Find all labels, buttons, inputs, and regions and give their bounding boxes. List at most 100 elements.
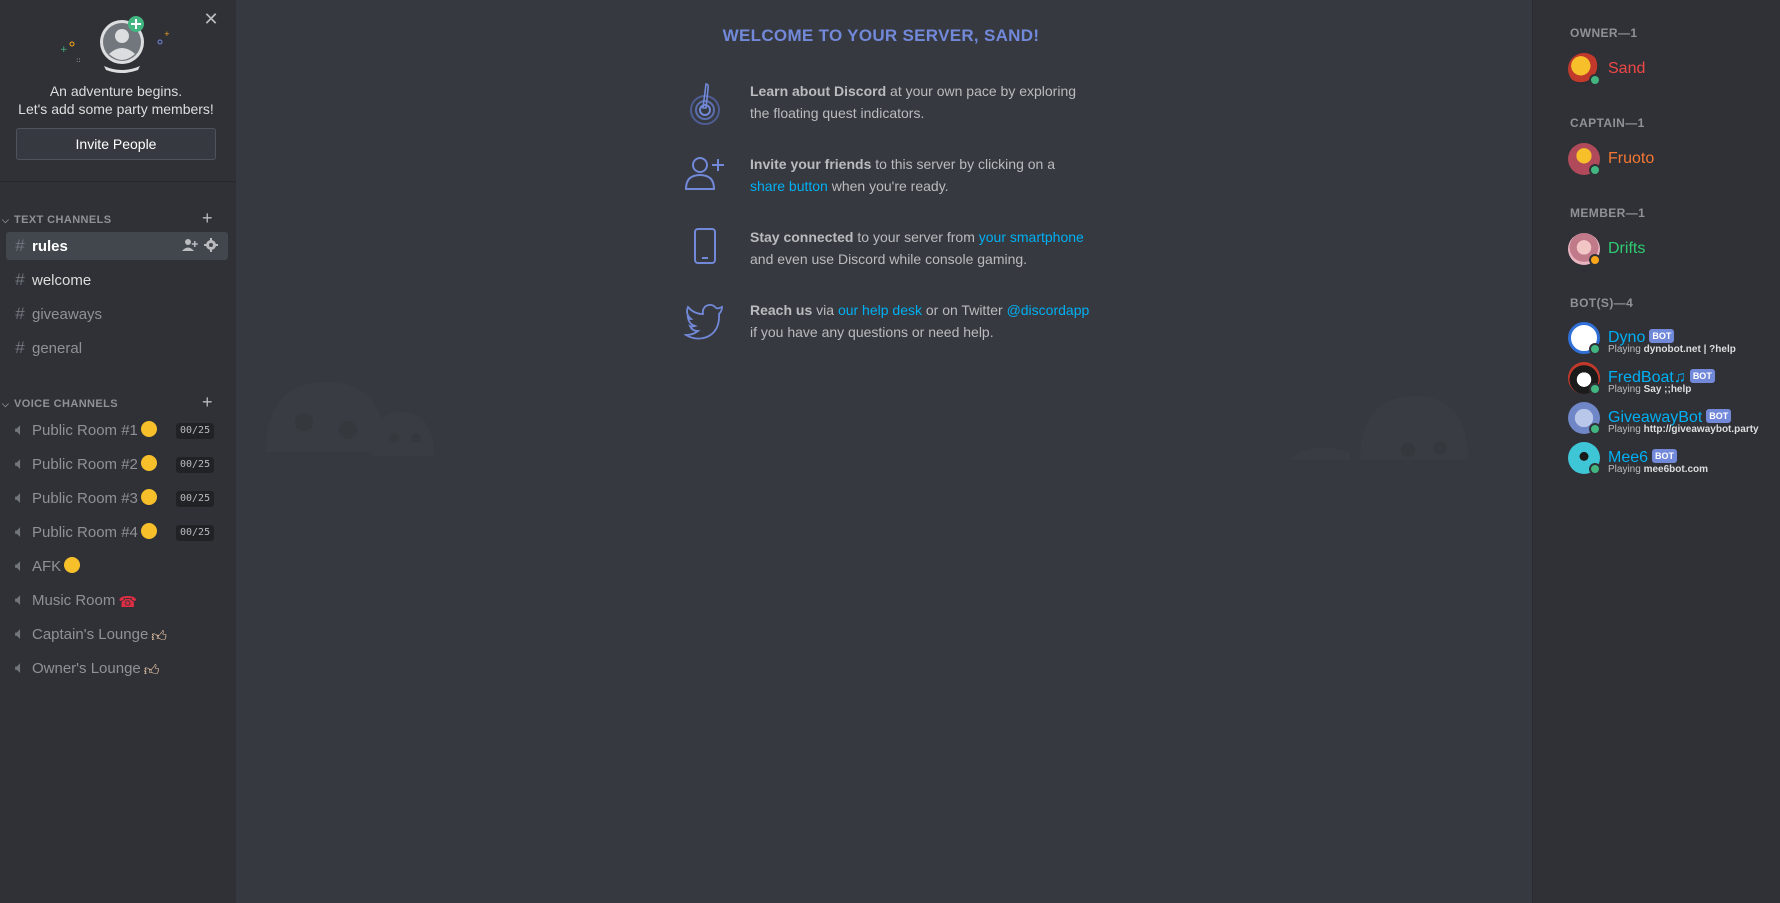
channel-welcome[interactable]: # welcome (6, 266, 228, 294)
svg-text:+: + (164, 30, 170, 38)
channel-label: AFK (32, 558, 62, 575)
close-icon[interactable]: ✕ (202, 10, 220, 28)
speaker-icon: 🔈︎ (14, 454, 26, 473)
speaker-icon: 🔈︎ (14, 420, 26, 439)
voice-channel-music-room[interactable]: 🔈︎ Music Room ☎ (6, 586, 228, 614)
member-name: Drifts (1608, 240, 1646, 257)
voice-channel-public-room-2[interactable]: 🔈︎ Public Room #2 00/25 (6, 450, 228, 478)
chevron-down-icon: ⌵ (2, 215, 10, 225)
tip-text: Invite your friends to this server by cl… (750, 153, 1090, 197)
tip-body: or on Twitter (922, 302, 1007, 318)
activity-prefix: Playing (1608, 464, 1641, 475)
channel-name: AFK (32, 557, 81, 576)
channel-name: Captain's Lounge 👍︎ (32, 625, 167, 645)
sleepy-emoji-icon (64, 557, 81, 573)
tip-text: Reach us via our help desk or on Twitter… (750, 299, 1090, 343)
add-member-icon[interactable] (182, 238, 198, 252)
smartphone-link[interactable]: your smartphone (979, 229, 1084, 245)
bot-tag: BOT (1649, 329, 1675, 343)
channel-sidebar: ✕ + + :: An adventure begins. Let's add … (0, 0, 236, 903)
text-channels-category[interactable]: ⌵ TEXT CHANNELS + (0, 209, 232, 228)
welcome-title: WELCOME TO YOUR SERVER, SAND! (722, 26, 1040, 45)
member-dyno[interactable]: Dyno BOT Playing dynobot.net | ?help (1568, 322, 1768, 358)
thumbs-up-emoji-icon: 👍︎ (151, 628, 167, 645)
member-drifts[interactable]: Drifts (1568, 233, 1768, 269)
channel-label: Owner's Lounge (32, 660, 141, 677)
party-avatar-illustration: + + :: (60, 16, 170, 73)
member-list: OWNER—1 Sand CAPTAIN—1 Fruoto MEMBER—1 D… (1538, 0, 1780, 903)
wink-emoji-icon (140, 489, 157, 505)
locked-speaker-icon: 🔈︎ (14, 624, 26, 643)
member-fruoto[interactable]: Fruoto (1568, 143, 1768, 179)
speaker-icon: 🔈︎ (14, 522, 26, 541)
add-channel-icon[interactable]: + (202, 209, 213, 227)
channel-label: Music Room (32, 592, 116, 609)
smartphone-icon (694, 228, 716, 264)
online-status-icon (1589, 74, 1601, 86)
channel-label: Public Room #4 (32, 524, 138, 541)
hash-icon: # (15, 236, 25, 255)
speaker-icon: 🔈︎ (14, 488, 26, 507)
channel-name: rules (32, 238, 68, 255)
help-desk-link[interactable]: our help desk (838, 302, 922, 318)
locked-hash-icon: # (15, 304, 25, 323)
channel-label: Public Room #1 (32, 422, 138, 439)
member-giveawaybot[interactable]: GiveawayBot BOT Playing http://giveawaybo… (1568, 402, 1768, 438)
voice-channel-owners-lounge[interactable]: 🔈︎ Owner's Lounge 👍︎ (6, 654, 228, 682)
voice-channel-public-room-3[interactable]: 🔈︎ Public Room #3 00/25 (6, 484, 228, 512)
channel-name: Owner's Lounge 👍︎ (32, 659, 159, 679)
speaker-icon: 🔈︎ (14, 556, 26, 575)
channel-name: welcome (32, 272, 92, 289)
activity-game: http://giveawaybot.party (1643, 424, 1759, 435)
channel-name: Public Room #3 (32, 489, 157, 508)
add-channel-icon[interactable]: + (202, 393, 213, 411)
tip-bold: Stay connected (750, 229, 854, 245)
online-status-icon (1589, 463, 1601, 475)
online-status-icon (1589, 343, 1601, 355)
chevron-down-icon: ⌵ (2, 399, 10, 409)
member-activity: Playing dynobot.net | ?help (1608, 344, 1768, 355)
channel-rules[interactable]: # rules (6, 232, 228, 260)
role-header-bots: BOT(S)—4 (1570, 296, 1634, 310)
gear-icon[interactable] (203, 238, 218, 252)
activity-prefix: Playing (1608, 424, 1641, 435)
role-header-owner: OWNER—1 (1570, 26, 1638, 40)
invite-message: An adventure begins. Let's add some part… (0, 82, 232, 118)
channel-general[interactable]: # general (6, 334, 228, 362)
voice-channel-public-room-4[interactable]: 🔈︎ Public Room #4 00/25 (6, 518, 228, 546)
svg-text:::: :: (76, 56, 81, 64)
share-button-link[interactable]: share button (750, 178, 828, 194)
channel-name: general (32, 340, 83, 357)
user-limit-badge: 00/25 (176, 491, 215, 507)
voice-channel-public-room-1[interactable]: 🔈︎ Public Room #1 00/25 (6, 416, 228, 444)
channel-giveaways[interactable]: # giveaways (6, 300, 228, 328)
member-name: Fruoto (1608, 150, 1655, 167)
tip-text: Learn about Discord at your own pace by … (750, 80, 1090, 124)
ghost-mascot-decoration (1290, 396, 1468, 460)
invite-people-button[interactable]: Invite People (16, 128, 216, 160)
voice-channels-category[interactable]: ⌵ VOICE CHANNELS + (0, 393, 232, 412)
tip-bold: Learn about Discord (750, 83, 887, 99)
member-activity: Playing Say ;;help (1608, 384, 1768, 395)
voice-channel-afk[interactable]: 🔈︎ AFK (6, 552, 228, 580)
invite-panel: ✕ + + :: An adventure begins. Let's add … (0, 0, 236, 182)
user-limit-badge: 00/25 (176, 457, 215, 473)
member-name: Sand (1608, 60, 1646, 77)
tip-stay-connected: Stay connected to your server from your … (684, 226, 1104, 282)
tip-text: Stay connected to your server from your … (750, 226, 1090, 270)
activity-game: mee6bot.com (1643, 464, 1709, 475)
voice-channel-captains-lounge[interactable]: 🔈︎ Captain's Lounge 👍︎ (6, 620, 228, 648)
tip-bold: Reach us (750, 302, 813, 318)
svg-text:+: + (60, 45, 68, 55)
member-fredboat[interactable]: FredBoat♫ BOT Playing Say ;;help (1568, 362, 1768, 398)
channel-name: giveaways (32, 306, 103, 323)
speaker-icon: 🔈︎ (14, 590, 26, 609)
telephone-emoji-icon: ☎ (118, 594, 138, 611)
twitter-handle-link[interactable]: @discordapp (1007, 302, 1090, 318)
member-sand[interactable]: Sand (1568, 53, 1768, 89)
channel-name: Public Room #2 (32, 455, 157, 474)
tip-bold: Invite your friends (750, 156, 872, 172)
quest-indicator-icon (690, 83, 720, 125)
tip-body: and even use Discord while console gamin… (750, 251, 1028, 267)
member-mee6[interactable]: Mee6 BOT Playing mee6bot.com (1568, 442, 1768, 478)
